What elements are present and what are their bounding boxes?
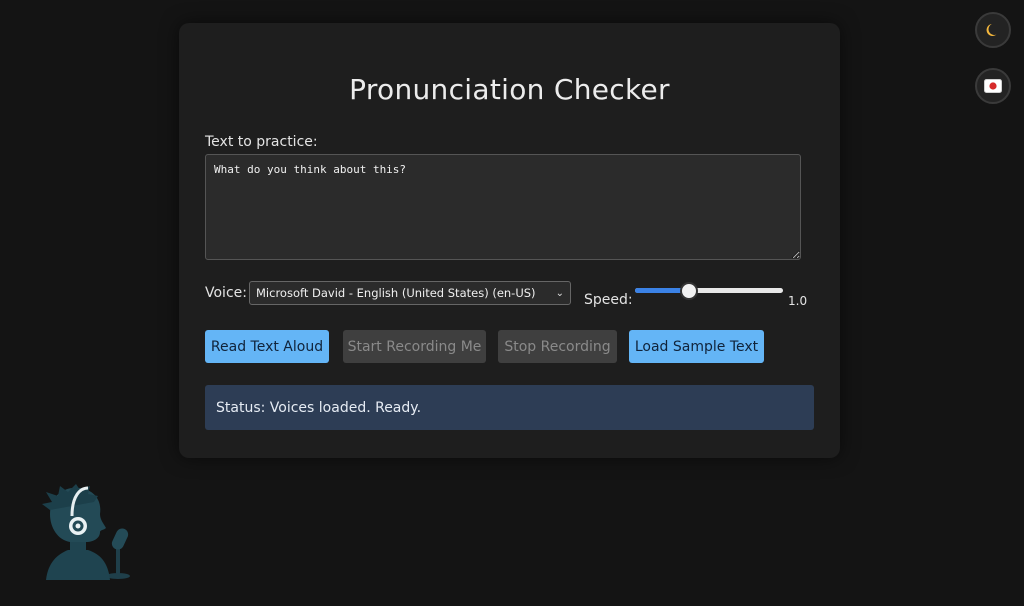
load-sample-button[interactable]: Load Sample Text	[629, 330, 764, 363]
speed-slider[interactable]	[635, 282, 783, 300]
voice-select-value: Microsoft David - English (United States…	[256, 286, 536, 300]
read-aloud-button[interactable]: Read Text Aloud	[205, 330, 329, 363]
voice-select[interactable]: Microsoft David - English (United States…	[249, 281, 571, 305]
speed-value: 1.0	[788, 294, 808, 308]
voice-label: Voice:	[205, 285, 247, 301]
status-bar: Status: Voices loaded. Ready.	[205, 385, 814, 430]
chevron-down-icon: ⌄	[555, 287, 564, 299]
start-recording-button[interactable]: Start Recording Me	[343, 330, 486, 363]
language-button[interactable]	[975, 68, 1011, 104]
main-card: Pronunciation Checker Text to practice: …	[179, 23, 840, 458]
speed-label: Speed:	[584, 292, 633, 308]
headphones-microphone-silhouette	[42, 484, 130, 580]
theme-toggle-button[interactable]	[975, 12, 1011, 48]
japan-flag-icon	[984, 79, 1002, 93]
stop-recording-button[interactable]: Stop Recording	[498, 330, 617, 363]
practice-text-input[interactable]: What do you think about this?	[205, 154, 801, 260]
speed-slider-thumb[interactable]	[680, 282, 699, 300]
moon-icon	[986, 24, 997, 36]
page-title: Pronunciation Checker	[349, 73, 670, 106]
text-label: Text to practice:	[205, 134, 318, 150]
